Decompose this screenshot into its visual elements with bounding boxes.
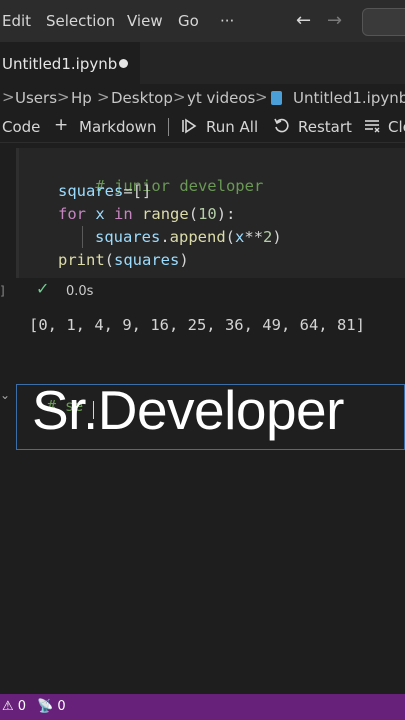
breadcrumb-desktop[interactable]: Desktop	[111, 89, 173, 107]
run-all-button[interactable]: Run All	[206, 118, 258, 136]
menu-bar: Edit Selection View Go ··· ← →	[0, 0, 405, 42]
menu-edit[interactable]: Edit	[2, 12, 31, 30]
tab-bar: Untitled1.ipynb	[0, 42, 405, 84]
toolbar-divider	[168, 118, 169, 136]
back-arrow-icon[interactable]: ←	[296, 10, 311, 31]
breadcrumb-separator: >	[173, 88, 186, 106]
restart-icon[interactable]	[273, 117, 291, 140]
code-line-3[interactable]: for x in range(10):	[58, 205, 235, 223]
command-center-search[interactable]	[362, 8, 405, 36]
code-line-2[interactable]: squares=[]	[58, 182, 151, 200]
menu-go[interactable]: Go	[178, 12, 199, 30]
menu-selection[interactable]: Selection	[46, 12, 115, 30]
breadcrumb-separator: >	[255, 88, 268, 106]
code-line-5[interactable]: print(squares)	[58, 251, 189, 269]
menu-view[interactable]: View	[127, 12, 163, 30]
breadcrumb-separator: >	[97, 88, 110, 106]
code-cell-1[interactable]: # junior developer squares=[] for x in r…	[16, 148, 405, 278]
execution-count-bracket: ]	[0, 284, 5, 298]
cell-status-bar	[16, 148, 19, 278]
indent-guide	[82, 226, 83, 248]
forward-arrow-icon[interactable]: →	[327, 10, 342, 31]
plus-icon[interactable]: +	[54, 115, 68, 135]
menu-more[interactable]: ···	[220, 12, 234, 30]
breadcrumb-separator: >	[2, 88, 15, 106]
breadcrumb-users[interactable]: Users	[15, 89, 57, 107]
status-bar: ⚠ 0 📡 0	[0, 694, 405, 720]
run-all-icon[interactable]	[180, 117, 198, 140]
add-code-button[interactable]: Code	[2, 118, 40, 136]
success-check-icon: ✓	[36, 279, 50, 298]
cell-output: [0, 1, 4, 9, 16, 25, 36, 49, 64, 81]	[29, 316, 365, 334]
clear-outputs-icon[interactable]	[363, 117, 381, 140]
overlay-caption: Sr.Developer	[32, 379, 344, 441]
breadcrumb-file[interactable]: Untitled1.ipynb	[293, 89, 405, 107]
breadcrumb-yt-videos[interactable]: yt videos	[187, 89, 255, 107]
code-line-4[interactable]: squares.append(x**2)	[95, 228, 282, 246]
tab-untitled1[interactable]: Untitled1.ipynb	[0, 42, 140, 84]
breadcrumb: > Users > Hp > Desktop > yt videos > Unt…	[0, 84, 405, 112]
notebook-file-icon	[271, 91, 282, 105]
add-markdown-button[interactable]: Markdown	[79, 118, 156, 136]
execution-time: 0.0s	[66, 284, 94, 299]
breadcrumb-hp[interactable]: Hp	[71, 89, 92, 107]
ports-indicator[interactable]: 📡 0	[37, 699, 66, 714]
clear-outputs-button[interactable]: Cle	[388, 118, 405, 136]
chevron-down-icon[interactable]: ⌄	[0, 388, 10, 402]
problems-indicator[interactable]: ⚠ 0	[2, 699, 26, 714]
restart-button[interactable]: Restart	[298, 118, 352, 136]
breadcrumb-separator: >	[57, 88, 70, 106]
unsaved-dot-icon[interactable]	[119, 59, 128, 68]
tab-label: Untitled1.ipynb	[2, 55, 118, 73]
notebook-toolbar: Code + Markdown Run All Restart Cle	[0, 112, 405, 143]
